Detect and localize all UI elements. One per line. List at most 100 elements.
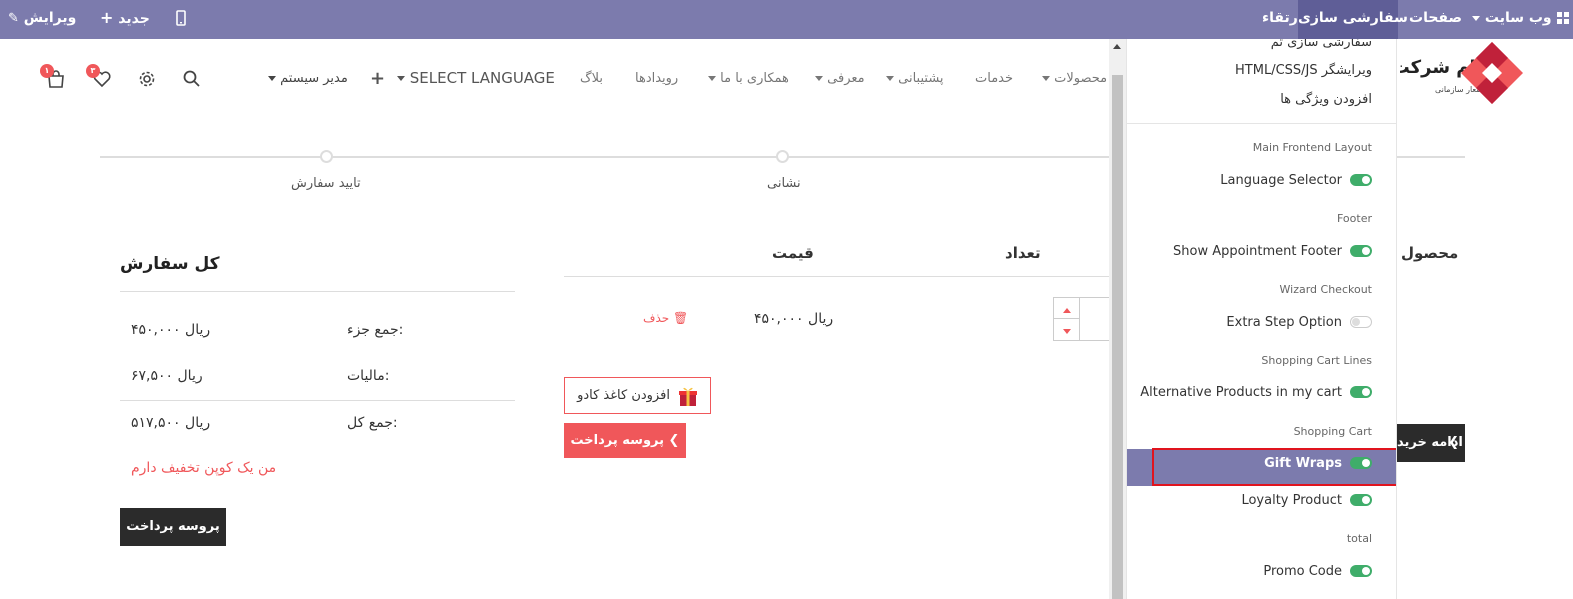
section-main-frontend-layout: Main Frontend Layout xyxy=(1252,141,1372,154)
total-label: جمع کل: xyxy=(347,415,398,431)
nav-products[interactable]: محصولات xyxy=(1042,71,1107,86)
customize-dropdown: سفارشی سازی تم HTML/CSS/JS ویرایشگر افزو… xyxy=(1126,39,1397,599)
option-label: Gift Wraps xyxy=(1264,455,1342,471)
option-alternative-products[interactable]: Alternative Products in my cart xyxy=(1140,377,1372,407)
admin-user-menu[interactable]: مدیر سیستم xyxy=(268,71,348,86)
nav-products-label: محصولات xyxy=(1054,71,1108,86)
quantity-increase-button[interactable] xyxy=(1054,298,1080,319)
toggle-switch[interactable] xyxy=(1350,245,1372,257)
option-promo-code[interactable]: Promo Code xyxy=(1263,556,1372,586)
toggle-switch[interactable] xyxy=(1350,457,1372,469)
summary-checkout-button[interactable]: پروسه پرداخت xyxy=(120,508,226,546)
new-label: جدید xyxy=(118,11,150,27)
apps-grid-icon xyxy=(1556,12,1569,24)
customize-menu[interactable]: سفارشی سازی xyxy=(1298,0,1408,39)
nav-about-label: معرفی xyxy=(827,71,865,86)
section-wizard-checkout: Wizard Checkout xyxy=(1279,283,1372,296)
option-language-selector[interactable]: Language Selector xyxy=(1220,165,1372,195)
option-label: Language Selector xyxy=(1220,172,1342,188)
nav-events[interactable]: رویدادها xyxy=(635,71,678,86)
remove-item-link[interactable]: حذف 🗑 xyxy=(643,311,688,325)
search-button[interactable] xyxy=(182,69,204,91)
toggle-switch[interactable] xyxy=(1350,316,1372,328)
dropdown-link-html-editor[interactable]: HTML/CSS/JS ویرایشگر xyxy=(1235,63,1372,78)
add-menu-button[interactable]: + xyxy=(370,68,385,89)
quantity-stepper[interactable] xyxy=(1053,297,1109,341)
plus-icon: + xyxy=(370,68,386,89)
coupon-link[interactable]: من یک کوپن تخفیف دارم xyxy=(131,460,276,476)
summary-divider xyxy=(120,400,515,401)
table-header-divider xyxy=(564,276,1109,277)
new-button[interactable]: + جدید xyxy=(100,0,150,39)
cart-checkout-button[interactable]: پروسه پرداخت ❮ xyxy=(564,423,686,458)
total-value: ۵۱۷,۵۰۰ ریال xyxy=(131,415,211,431)
scrollbar-thumb[interactable] xyxy=(1112,75,1123,599)
toggle-switch[interactable] xyxy=(1350,565,1372,577)
column-quantity: تعداد xyxy=(1005,244,1041,262)
mobile-preview-button[interactable] xyxy=(176,0,186,39)
website-label: وب سایت xyxy=(1484,10,1552,26)
option-label: Promo Code xyxy=(1263,563,1342,579)
gift-icon xyxy=(678,387,697,406)
toggle-switch[interactable] xyxy=(1350,174,1372,186)
quantity-decrease-button[interactable] xyxy=(1054,319,1080,341)
language-selector[interactable]: SELECT LANGUAGE xyxy=(397,69,555,87)
dropdown-divider xyxy=(1127,123,1396,124)
toggle-switch[interactable] xyxy=(1350,494,1372,506)
caret-up-icon xyxy=(1062,308,1071,313)
chevron-down-icon xyxy=(1042,76,1050,81)
option-gift-wraps[interactable]: Gift Wraps xyxy=(1264,448,1372,478)
option-loyalty-product[interactable]: Loyalty Product xyxy=(1241,485,1372,515)
toggle-switch[interactable] xyxy=(1350,386,1372,398)
nav-services[interactable]: خدمات xyxy=(975,71,1013,86)
admin-bar: ✎ ویرایش + جدید ارتقاء سفارشی سازی صفحات… xyxy=(0,0,1573,39)
option-show-appointment-footer[interactable]: Show Appointment Footer xyxy=(1173,236,1372,266)
chevron-down-icon xyxy=(268,76,276,81)
trash-icon: 🗑 xyxy=(672,311,689,325)
section-shopping-cart-lines: Shopping Cart Lines xyxy=(1261,354,1372,367)
upgrade-label: ارتقاء xyxy=(1262,10,1303,26)
item-price: ۴۵۰,۰۰۰ ریال xyxy=(754,311,834,327)
progress-step-dot xyxy=(776,150,789,163)
dropdown-link-theme[interactable]: سفارشی سازی تم xyxy=(1271,39,1372,50)
subtotal-value: ۴۵۰,۰۰۰ ریال xyxy=(131,322,211,338)
summary-divider xyxy=(120,291,515,292)
step-confirm-order: تایید سفارش xyxy=(291,176,361,191)
nav-blog[interactable]: بلاگ xyxy=(580,71,603,86)
nav-support-label: پشتیبانی xyxy=(898,71,944,86)
option-label: Alternative Products in my cart xyxy=(1140,384,1342,400)
settings-button[interactable] xyxy=(137,69,159,91)
chevron-down-icon xyxy=(1472,15,1480,21)
edit-label: ویرایش xyxy=(23,10,77,26)
brand-logo[interactable]: نام شرکت شعار سازمانی xyxy=(1400,39,1535,119)
continue-shopping-button[interactable]: ❮ ادامه خرید xyxy=(1397,424,1465,462)
option-extra-step[interactable]: Extra Step Option xyxy=(1226,307,1372,337)
dropdown-link-add-features[interactable]: افزودن ویژگی ها xyxy=(1280,92,1372,107)
gift-wrap-label: افزودن کاغذ کادو xyxy=(577,388,670,403)
gear-icon xyxy=(139,71,155,87)
pencil-icon: ✎ xyxy=(8,11,19,26)
pages-menu[interactable]: صفحات xyxy=(1409,0,1462,39)
column-price: قیمت xyxy=(772,244,814,262)
upgrade-button[interactable]: ارتقاء xyxy=(1262,0,1303,39)
nav-blog-label: بلاگ xyxy=(580,71,604,86)
edit-button[interactable]: ✎ ویرایش xyxy=(8,0,76,39)
step-address: نشانی xyxy=(767,176,801,191)
subtotal-label: جمع جزء: xyxy=(347,322,404,338)
nav-events-label: رویدادها xyxy=(635,71,679,86)
chevron-down-icon xyxy=(815,76,823,81)
nav-careers-label: همکاری با ما xyxy=(720,71,789,86)
scroll-up-arrow-icon[interactable] xyxy=(1113,44,1121,49)
search-icon xyxy=(183,70,200,87)
add-gift-wrap-button[interactable]: افزودن کاغذ کادو xyxy=(564,377,711,414)
section-shopping-cart: Shopping Cart xyxy=(1293,425,1372,438)
pages-label: صفحات xyxy=(1409,10,1463,26)
nav-support[interactable]: پشتیبانی xyxy=(886,71,944,86)
website-menu[interactable]: وب سایت xyxy=(1472,0,1569,39)
remove-label: حذف xyxy=(643,311,670,325)
chevron-down-icon xyxy=(886,76,894,81)
wishlist-count-badge: ۳ xyxy=(86,64,100,78)
tax-label: مالیات: xyxy=(347,368,390,384)
nav-careers[interactable]: همکاری با ما xyxy=(708,71,789,86)
nav-about[interactable]: معرفی xyxy=(815,71,865,86)
